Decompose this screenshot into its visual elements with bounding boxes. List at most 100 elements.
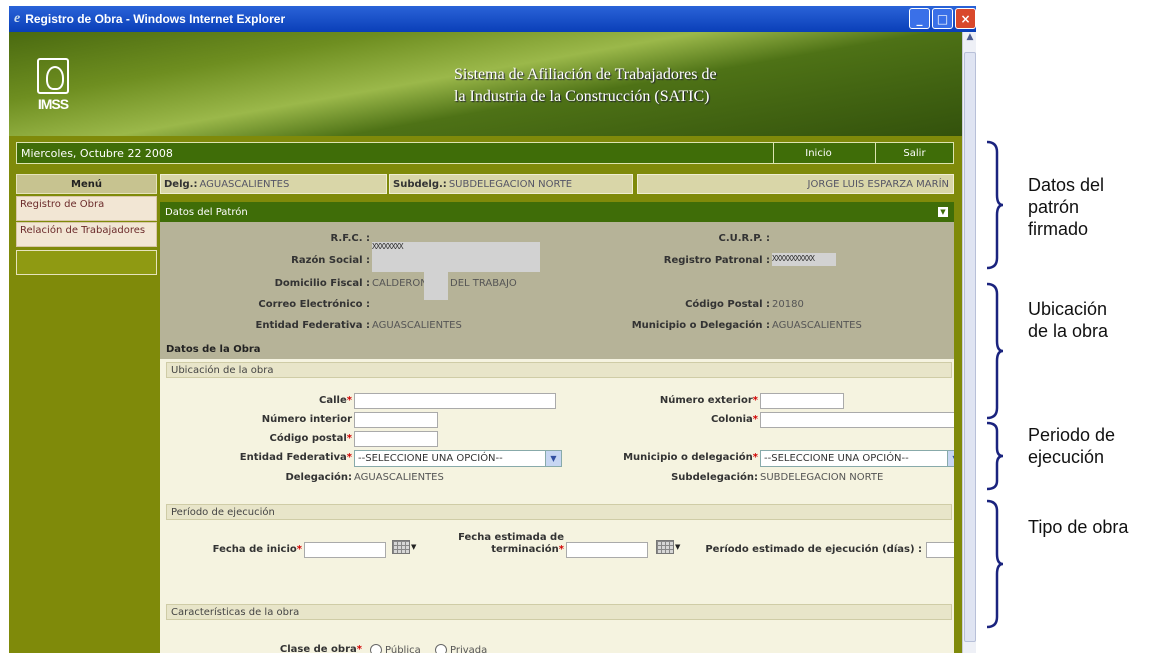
periodo-dias-label: Período estimado de ejecución (días) : [705, 544, 922, 555]
imss-logo-icon [37, 58, 69, 94]
menu-item-registro-obra[interactable]: Registro de Obra [16, 196, 157, 221]
annotation-tipo-obra: Tipo de obra [1028, 517, 1129, 537]
municipio-value: AGUASCALIENTES [772, 320, 862, 331]
delegacion-obra-value: AGUASCALIENTES [354, 472, 444, 483]
delg-value: AGUASCALIENTES [199, 178, 290, 190]
datos-patron-panel: R.F.C. : C.U.R.P. : Razón Social : XXXXX… [160, 222, 954, 339]
brace-datos-patron [986, 140, 1004, 270]
logo-text: IMSS [37, 96, 69, 112]
domicilio-value-2: DEL TRABAJO [450, 278, 517, 289]
brace-ubicacion [986, 282, 1004, 420]
codigo-postal-label: Código Postal : [685, 299, 770, 310]
curp-label: C.U.R.P. : [718, 233, 770, 244]
browser-viewport: IMSS Sistema de Afiliación de Trabajador… [9, 32, 962, 653]
delegacion-cell: Delg.: AGUASCALIENTES [160, 174, 387, 194]
numero-interior-label: Número interior [261, 414, 352, 425]
numero-exterior-label: Número exterior* [659, 395, 758, 406]
system-title: Sistema de Afiliación de Trabajadores de… [454, 64, 717, 108]
date-bar: Miercoles, Octubre 22 2008 Inicio Salir [16, 142, 954, 164]
fecha-inicio-label: Fecha de inicio* [212, 544, 302, 555]
close-icon[interactable]: × [955, 8, 976, 29]
brace-periodo [986, 421, 1004, 491]
municipio-label: Municipio o Delegación : [631, 320, 770, 331]
fecha-terminacion-input[interactable] [566, 542, 648, 558]
domicilio-redacted [424, 272, 448, 300]
municipio-obra-label: Municipio o delegación* [623, 452, 758, 463]
colonia-label: Colonia* [710, 414, 758, 425]
clase-obra-label: Clase de obra* [279, 644, 362, 653]
scroll-thumb[interactable] [964, 52, 976, 642]
salir-button[interactable]: Salir [875, 143, 953, 163]
system-title-line2: la Industria de la Construcción (SATIC) [454, 88, 710, 105]
publica-radio[interactable] [370, 644, 382, 653]
imss-logo: IMSS [34, 58, 72, 118]
publica-label: Pública [385, 645, 421, 653]
fecha-inicio-input[interactable] [304, 542, 386, 558]
vertical-scrollbar[interactable]: ▲ [962, 32, 976, 653]
datos-patron-header: Datos del Patrón ▼ [160, 202, 954, 222]
numero-exterior-input[interactable] [760, 393, 844, 409]
delegacion-obra-label: Delegación: [285, 472, 352, 483]
inicio-button[interactable]: Inicio [773, 143, 863, 163]
user-cell: JORGE LUIS ESPARZA MARÍN [637, 174, 954, 194]
datos-obra-header: Datos de la Obra [160, 339, 954, 359]
menu-title: Menú [16, 174, 157, 194]
datos-patron-title: Datos del Patrón [165, 206, 248, 218]
rfc-label: R.F.C. : [330, 233, 370, 244]
correo-label: Correo Electrónico : [258, 299, 370, 310]
calendar-icon[interactable]: ▼ [656, 539, 684, 555]
annotation-datos-patron: Datos del patrón firmado [1028, 175, 1105, 239]
razon-social-value: XXXXXXXX [372, 242, 404, 251]
chevron-down-icon[interactable]: ▼ [947, 451, 954, 466]
screenshot: e Registro de Obra - Windows Internet Ex… [0, 0, 1172, 653]
annotation-ubicacion: Ubicación de la obra [1028, 299, 1109, 341]
razon-social-label: Razón Social : [291, 255, 370, 266]
window-title: Registro de Obra - Windows Internet Expl… [25, 12, 286, 26]
periodo-dias-input[interactable] [926, 542, 954, 558]
calle-input[interactable] [354, 393, 556, 409]
scroll-up-icon[interactable]: ▲ [963, 32, 977, 46]
domicilio-label: Domicilio Fiscal : [274, 278, 370, 289]
collapse-icon[interactable]: ▼ [938, 207, 948, 217]
periodo-header: Período de ejecución [166, 504, 952, 520]
header-banner: IMSS Sistema de Afiliación de Trabajador… [9, 32, 962, 136]
ie-icon: e [14, 11, 21, 26]
fecha-terminacion-label: Fecha estimada de terminación* [458, 532, 564, 555]
municipio-select-value: --SELECCIONE UNA OPCIÓN-- [764, 453, 909, 464]
codigo-postal-input[interactable] [354, 431, 438, 447]
calle-label: Calle* [319, 395, 352, 406]
maximize-icon[interactable]: □ [932, 8, 953, 29]
municipio-select[interactable]: --SELECCIONE UNA OPCIÓN-- ▼ [760, 450, 954, 467]
current-date: Miercoles, Octubre 22 2008 [21, 146, 173, 160]
chevron-down-icon[interactable]: ▼ [545, 451, 561, 466]
user-name: JORGE LUIS ESPARZA MARÍN [807, 178, 949, 190]
main-content: Datos del Patrón ▼ R.F.C. : C.U.R.P. : R… [160, 202, 954, 653]
system-title-line1: Sistema de Afiliación de Trabajadores de [454, 66, 717, 83]
privada-radio[interactable] [435, 644, 447, 653]
annotation-periodo: Periodo de ejecución [1028, 425, 1116, 467]
codigo-postal-obra-label: Código postal* [269, 433, 352, 444]
entidad-value: AGUASCALIENTES [372, 320, 462, 331]
subdelg-value: SUBDELEGACION NORTE [448, 178, 573, 190]
minimize-icon[interactable]: _ [909, 8, 930, 29]
codigo-postal-value: 20180 [772, 299, 804, 310]
subdelg-label: Subdelg.: [393, 178, 447, 190]
privada-label: Privada [450, 645, 488, 653]
subdelegacion-cell: Subdelg.: SUBDELEGACION NORTE [389, 174, 633, 194]
ubicacion-header: Ubicación de la obra [166, 362, 952, 378]
calendar-icon[interactable]: ▼ [392, 539, 420, 555]
colonia-input[interactable] [760, 412, 954, 428]
menu-item-relacion-trabajadores[interactable]: Relación de Trabajadores [16, 222, 157, 247]
brace-tipo-obra [986, 499, 1004, 629]
menu-empty-slot [16, 250, 157, 275]
subdelegacion-obra-value: SUBDELEGACION NORTE [760, 472, 884, 483]
window-titlebar: e Registro de Obra - Windows Internet Ex… [9, 6, 976, 32]
subdelegacion-obra-label: Subdelegación: [671, 472, 758, 483]
registro-patronal-label: Registro Patronal : [663, 255, 770, 266]
entidad-federativa-label: Entidad Federativa* [239, 452, 352, 463]
registro-patronal-value: XXXXXXXXXXX [772, 254, 815, 263]
domicilio-value-1: CALDERON [372, 278, 428, 289]
numero-interior-input[interactable] [354, 412, 438, 428]
delg-label: Delg.: [164, 178, 198, 190]
entidad-federativa-select[interactable]: --SELECCIONE UNA OPCIÓN-- ▼ [354, 450, 562, 467]
